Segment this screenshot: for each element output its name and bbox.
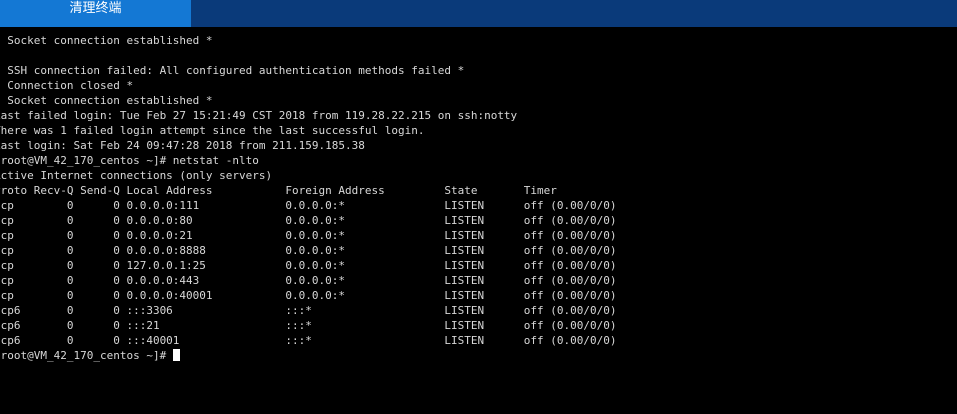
terminal-line: * Connection closed * <box>0 79 134 92</box>
terminal-line: tcp 0 0 0.0.0.0:111 0.0.0.0:* LISTEN off… <box>0 199 617 212</box>
terminal-line: tcp 0 0 0.0.0.0:21 0.0.0.0:* LISTEN off … <box>0 229 617 242</box>
terminal-cursor <box>172 349 180 361</box>
terminal-line: * SSH connection failed: All configured … <box>0 64 465 77</box>
terminal-prompt-line[interactable]: [root@VM_42_170_centos ~]# <box>0 348 617 363</box>
terminal-line: Last failed login: Tue Feb 27 15:21:49 C… <box>0 109 518 122</box>
terminal-line: tcp6 0 0 :::3306 :::* LISTEN off (0.00/0… <box>0 304 617 317</box>
terminal-line: * Socket connection established * <box>0 34 213 47</box>
terminal-line: [root@VM_42_170_centos ~]# netstat -nlto <box>0 154 259 167</box>
terminal-line: tcp 0 0 0.0.0.0:80 0.0.0.0:* LISTEN off … <box>0 214 617 227</box>
terminal-line: tcp6 0 0 :::21 :::* LISTEN off (0.00/0/0… <box>0 319 617 332</box>
terminal-line: Active Internet connections (only server… <box>0 169 273 182</box>
terminal-toolbar: 清理终端 <box>0 0 957 27</box>
terminal-output[interactable]: * Socket connection established * * SSH c… <box>0 27 957 414</box>
terminal-line: * Socket connection established * <box>0 94 213 107</box>
clear-terminal-button[interactable]: 清理终端 <box>0 0 191 27</box>
terminal-line: tcp 0 0 0.0.0.0:40001 0.0.0.0:* LISTEN o… <box>0 289 617 302</box>
terminal-prompt: [root@VM_42_170_centos ~]# <box>0 349 173 362</box>
terminal-line: tcp 0 0 127.0.0.1:25 0.0.0.0:* LISTEN of… <box>0 259 617 272</box>
terminal-line: tcp 0 0 0.0.0.0:443 0.0.0.0:* LISTEN off… <box>0 274 617 287</box>
terminal-line: tcp 0 0 0.0.0.0:8888 0.0.0.0:* LISTEN of… <box>0 244 617 257</box>
terminal-line: Last login: Sat Feb 24 09:47:28 2018 fro… <box>0 139 365 152</box>
terminal-line: There was 1 failed login attempt since t… <box>0 124 425 137</box>
terminal-line: Proto Recv-Q Send-Q Local Address Foreig… <box>0 184 557 197</box>
terminal-lines: * Socket connection established * * SSH c… <box>0 33 617 363</box>
terminal-line: tcp6 0 0 :::40001 :::* LISTEN off (0.00/… <box>0 334 617 347</box>
